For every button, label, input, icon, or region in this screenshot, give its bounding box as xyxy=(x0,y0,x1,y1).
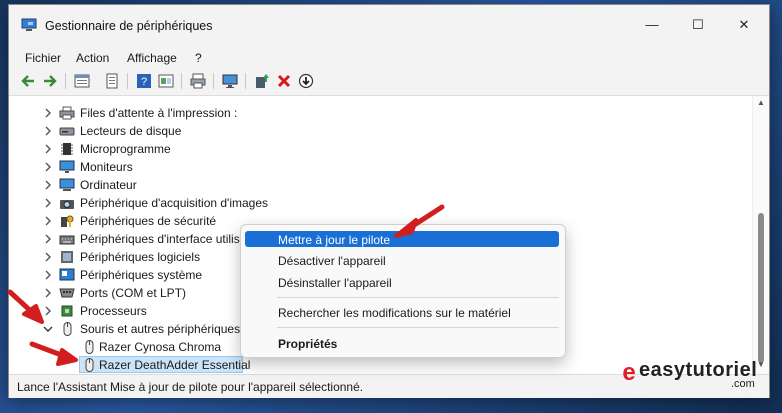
software-device-icon xyxy=(61,251,73,263)
menu-bar: Fichier Action Affichage ? xyxy=(9,45,769,67)
chevron-right-icon[interactable] xyxy=(43,305,53,317)
menu-item-update-driver[interactable]: Mettre à jour le pilote xyxy=(245,231,559,247)
svg-text:e: e xyxy=(622,359,635,385)
chevron-down-icon[interactable] xyxy=(43,323,53,335)
chevron-right-icon[interactable] xyxy=(43,287,53,299)
processor-icon xyxy=(61,305,73,317)
tree-item-computer[interactable]: Ordinateur xyxy=(9,176,753,194)
menu-help[interactable]: ? xyxy=(195,51,202,65)
menu-fichier[interactable]: Fichier xyxy=(25,51,61,65)
menu-separator xyxy=(277,327,559,328)
window-title: Gestionnaire de périphériques xyxy=(45,19,213,33)
tree-item-label: Périphériques de sécurité xyxy=(80,214,217,228)
menu-action[interactable]: Action xyxy=(76,51,109,65)
chevron-right-icon[interactable] xyxy=(43,251,53,263)
view-icon[interactable] xyxy=(157,72,175,90)
tree-item-label: Moniteurs xyxy=(80,160,133,174)
tree-item-label: Razer DeathAdder Essential xyxy=(99,358,251,372)
watermark: e easytutoriel .com xyxy=(617,357,757,391)
tree-item-label: Lecteurs de disque xyxy=(80,124,182,138)
port-icon xyxy=(59,288,75,298)
title-bar[interactable]: Gestionnaire de périphériques — ☐ ✕ xyxy=(9,5,769,45)
tree-item-label: Ports (COM et LPT) xyxy=(80,286,187,300)
tree-item-label: Périphériques système xyxy=(80,268,203,282)
printer-icon xyxy=(59,106,75,120)
properties-view-icon[interactable] xyxy=(73,72,91,90)
chevron-right-icon[interactable] xyxy=(43,107,53,119)
hid-icon xyxy=(59,235,75,245)
enable-device-icon[interactable] xyxy=(297,72,315,90)
tree-item-print-queues[interactable]: Files d'attente à l'impression : xyxy=(9,104,753,122)
camera-icon xyxy=(60,200,74,209)
security-key-icon xyxy=(61,215,74,227)
minimize-button[interactable]: — xyxy=(629,11,675,39)
menu-item-label: Désinstaller l'appareil xyxy=(278,276,392,290)
svg-text:?: ? xyxy=(141,76,147,88)
tree-item-monitors[interactable]: Moniteurs xyxy=(9,158,753,176)
tree-item-disk-drives[interactable]: Lecteurs de disque xyxy=(9,122,753,140)
menu-item-properties[interactable]: Propriétés xyxy=(245,335,559,351)
help-icon[interactable]: ? xyxy=(135,72,153,90)
menu-item-label: Rechercher les modifications sur le maté… xyxy=(278,306,511,320)
menu-item-disable-device[interactable]: Désactiver l'appareil xyxy=(245,252,559,268)
tree-item-label: Souris et autres périphériques d xyxy=(80,322,251,336)
computer-icon xyxy=(59,178,75,191)
tree-item-label: Ordinateur xyxy=(80,178,137,192)
back-icon[interactable] xyxy=(19,72,37,90)
tree-item-label: Processeurs xyxy=(80,304,147,318)
menu-item-label: Propriétés xyxy=(278,337,338,351)
list-icon[interactable] xyxy=(103,72,121,90)
easytutoriel-logo-icon: e xyxy=(622,359,635,385)
scroll-thumb[interactable] xyxy=(758,213,764,363)
status-text: Lance l'Assistant Mise à jour de pilote … xyxy=(17,380,364,394)
toolbar: ? xyxy=(9,67,769,96)
chevron-right-icon[interactable] xyxy=(43,233,53,245)
print-icon[interactable] xyxy=(189,72,207,90)
uninstall-icon[interactable] xyxy=(275,72,293,90)
tree-item-label: Périphériques logiciels xyxy=(80,250,201,264)
watermark-suffix: .com xyxy=(731,378,755,390)
tree-item-label: Périphériques d'interface utilisa xyxy=(80,232,247,246)
tree-item-imaging-devices[interactable]: Périphérique d'acquisition d'images xyxy=(9,194,753,212)
menu-separator xyxy=(277,297,559,298)
disk-drive-icon xyxy=(59,127,75,136)
scroll-up-icon[interactable]: ▲ xyxy=(753,98,769,110)
tree-item-label: Périphérique d'acquisition d'images xyxy=(80,196,269,210)
chevron-right-icon[interactable] xyxy=(43,197,53,209)
maximize-button[interactable]: ☐ xyxy=(675,11,721,39)
menu-item-label: Désactiver l'appareil xyxy=(278,254,386,268)
mouse-icon xyxy=(63,322,72,336)
forward-icon[interactable] xyxy=(41,72,59,90)
chevron-right-icon[interactable] xyxy=(43,179,53,191)
system-device-icon xyxy=(59,268,75,281)
chevron-right-icon[interactable] xyxy=(43,161,53,173)
menu-item-uninstall-device[interactable]: Désinstaller l'appareil xyxy=(245,274,559,290)
close-button[interactable]: ✕ xyxy=(721,11,767,39)
chevron-right-icon[interactable] xyxy=(43,215,53,227)
monitor-icon[interactable] xyxy=(221,72,239,90)
menu-affichage[interactable]: Affichage xyxy=(127,51,177,65)
tree-item-label: Razer Cynosa Chroma xyxy=(99,340,222,354)
device-manager-icon xyxy=(21,18,37,31)
chevron-right-icon[interactable] xyxy=(43,125,53,137)
chevron-right-icon[interactable] xyxy=(43,269,53,281)
monitor-icon xyxy=(59,160,75,173)
context-menu: Mettre à jour le pilote Désactiver l'app… xyxy=(240,224,566,358)
mouse-icon xyxy=(85,340,94,354)
tree-item-label: Files d'attente à l'impression : xyxy=(80,106,238,120)
chevron-right-icon[interactable] xyxy=(43,143,53,155)
mouse-icon xyxy=(85,358,94,372)
menu-item-scan-hardware[interactable]: Rechercher les modifications sur le maté… xyxy=(245,304,559,320)
tree-item-label: Microprogramme xyxy=(80,142,171,156)
menu-item-label: Mettre à jour le pilote xyxy=(278,233,391,247)
vertical-scrollbar[interactable]: ▲ ▼ xyxy=(752,96,769,374)
update-driver-icon[interactable] xyxy=(253,72,271,90)
tree-item-firmware[interactable]: Microprogramme xyxy=(9,140,753,158)
firmware-icon xyxy=(61,143,73,155)
